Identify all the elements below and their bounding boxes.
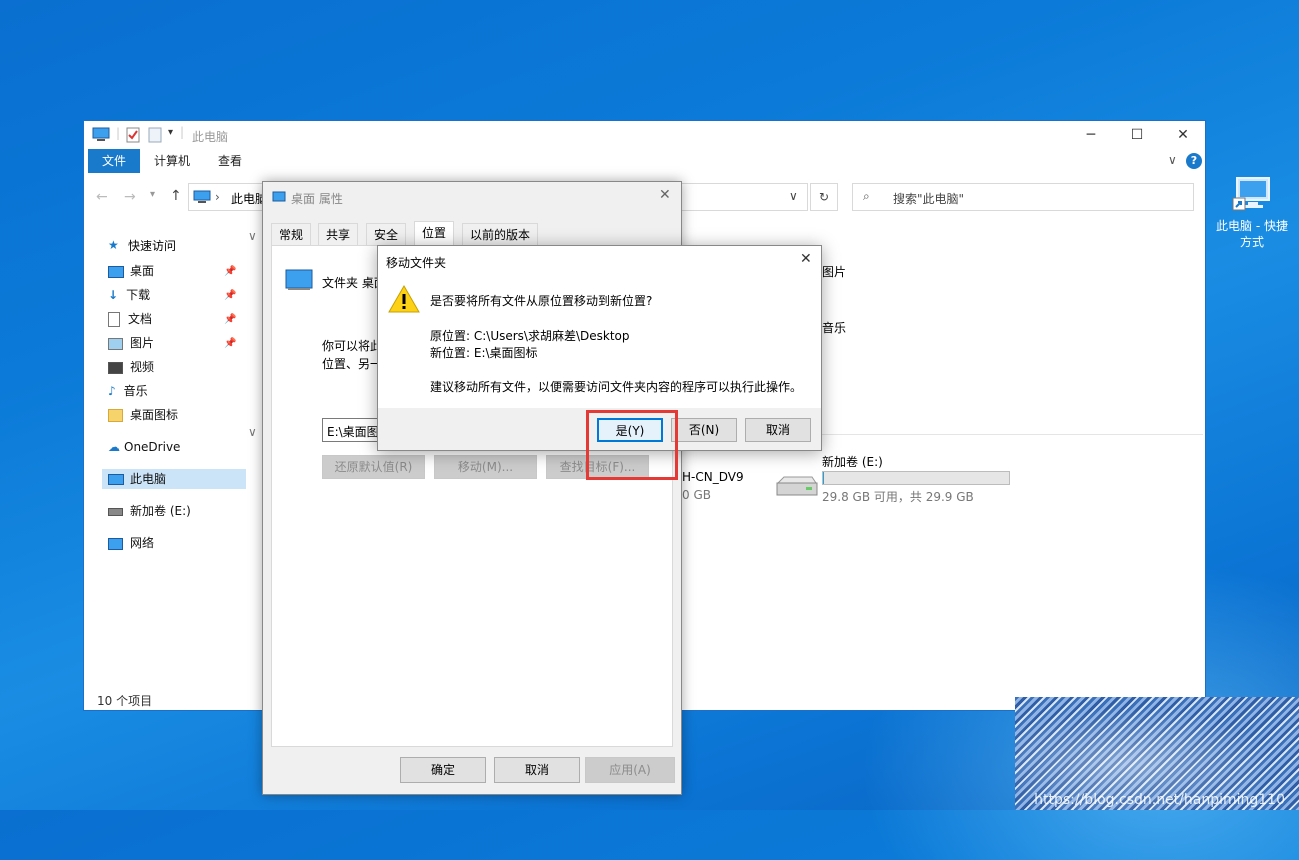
corner-image: https://blog.csdn.net/hanpiming110 [1015,697,1299,810]
document-icon [108,312,120,327]
tab-previous-versions[interactable]: 以前的版本 [462,223,539,246]
quick-access-toolbar-dropdown[interactable]: ▾ [168,127,173,138]
location-desc-line2: 位置、另一 [322,357,383,371]
maximize-button[interactable]: ☐ [1114,121,1160,149]
properties-title: 桌面 属性 [291,192,343,206]
drive-dvd-name[interactable]: H-CN_DV9 [682,470,744,484]
minimize-button[interactable]: ─ [1068,121,1114,149]
move-button[interactable]: 移动(M)... [434,455,537,479]
desktop-icon [108,265,124,278]
msgbox-title: 移动文件夹 [386,256,447,270]
tab-security[interactable]: 安全 [366,223,407,246]
computer-icon [108,474,124,485]
msgbox-new-location: 新位置: E:\桌面图标 [430,346,538,360]
expand-ribbon-icon[interactable]: ∨ [1168,153,1177,167]
close-button[interactable]: ✕ [1160,121,1206,149]
desktop-icon [272,191,286,206]
ok-button[interactable]: 确定 [400,757,486,783]
title-bar: | ▾ | 此电脑 ─ ☐ ✕ [84,121,1205,149]
refresh-button[interactable]: ↻ [810,183,838,211]
pin-icon[interactable]: 📌 [224,314,236,325]
warning-icon [388,284,420,317]
status-text: 10 个项目 [97,694,153,708]
cancel-button[interactable]: 取消 [494,757,580,783]
shortcut-label-2: 方式 [1239,235,1264,249]
tab-view[interactable]: 查看 [204,149,256,173]
breadcrumb-separator-icon: › [215,190,220,204]
tab-location[interactable]: 位置 [414,221,455,247]
navigation-pane: ★ 快速访问 桌面 📌 ↓ 下载 📌 文档 📌 图片 📌 视频 ♪ 音乐 桌面图标 … [84,233,249,693]
computer-icon [193,190,211,207]
back-icon[interactable]: ← [96,189,108,205]
folder-music-label[interactable]: 音乐 [822,319,846,336]
tab-file[interactable]: 文件 [88,149,141,173]
drive-e-name[interactable]: 新加卷 (E:) [822,453,883,470]
msgbox-advice: 建议移动所有文件，以便需要访问文件夹内容的程序可以执行此操作。 [430,380,803,394]
window-title: 此电脑 [192,130,229,144]
star-icon: ★ [108,238,119,252]
no-button[interactable]: 否(N) [671,418,737,442]
properties-close-button[interactable]: ✕ [659,187,671,203]
shortcut-label-1: 此电脑 - 快捷 [1216,219,1288,233]
nav-item-desktop[interactable]: 桌面 [108,261,154,281]
nav-item-desktop-icons[interactable]: 桌面图标 [108,405,178,425]
location-desc-line1: 你可以将此 [322,339,383,353]
pin-icon[interactable]: 📌 [224,290,236,301]
watermark-text: https://blog.csdn.net/hanpiming110 [1034,792,1285,808]
download-icon: ↓ [108,288,119,302]
nav-item-new-volume[interactable]: 新加卷 (E:) [108,501,191,521]
recent-dropdown-icon[interactable]: ▾ [150,189,155,200]
drive-e-usage-bar [822,471,1010,485]
search-icon: ⌕ [863,189,870,203]
help-icon[interactable]: ? [1186,153,1202,169]
new-folder-icon[interactable] [148,127,162,146]
msgbox-orig-location: 原位置: C:\Users\求胡麻差\Desktop [430,329,630,343]
drive-e-usage-fill [823,472,824,484]
msgbox-question: 是否要将所有文件从原位置移动到新位置? [430,294,653,308]
nav-item-videos[interactable]: 视频 [108,357,154,377]
nav-item-pictures[interactable]: 图片 [108,333,154,353]
address-dropdown-icon[interactable]: ∨ [789,189,798,203]
folder-icon [108,409,123,422]
folder-desktop-icon [284,268,314,295]
video-icon [108,361,123,374]
restore-default-button[interactable]: 还原默认值(R) [322,455,425,479]
tab-general[interactable]: 常规 [271,223,312,246]
network-icon [108,537,123,550]
drive-dvd-size: 0 GB [682,488,711,502]
computer-icon [1231,172,1273,214]
this-pc-shortcut[interactable]: 此电脑 - 快捷 方式 [1212,172,1292,250]
forward-icon[interactable]: → [124,189,136,205]
search-placeholder: 搜索"此电脑" [893,192,965,206]
nav-item-this-pc[interactable]: 此电脑 [102,469,246,489]
folder-pictures-label[interactable]: 图片 [822,263,846,280]
tab-computer[interactable]: 计算机 [140,149,204,173]
collapse-folders-icon[interactable]: ∨ [248,229,257,243]
nav-item-network[interactable]: 网络 [108,533,154,553]
music-icon: ♪ [108,384,116,398]
picture-icon [108,337,123,350]
nav-item-onedrive[interactable]: ☁ OneDrive [108,437,180,457]
drive-e-icon[interactable] [774,473,818,504]
computer-icon [92,127,110,146]
msgbox-cancel-button[interactable]: 取消 [745,418,811,442]
collapse-devices-icon[interactable]: ∨ [248,425,257,439]
properties-icon[interactable] [126,127,140,146]
tab-sharing[interactable]: 共享 [318,223,359,246]
nav-quick-access[interactable]: 快速访问 [128,237,176,254]
cloud-icon: ☁ [108,440,120,454]
pin-icon[interactable]: 📌 [224,266,236,277]
drive-e-space: 29.8 GB 可用，共 29.9 GB [822,490,974,504]
drive-icon [108,507,123,516]
up-icon[interactable]: ↑ [170,188,182,204]
search-input[interactable]: ⌕ 搜索"此电脑" [852,183,1194,211]
nav-item-downloads[interactable]: ↓ 下载 [108,285,150,305]
nav-item-documents[interactable]: 文档 [108,309,152,329]
apply-button[interactable]: 应用(A) [585,757,675,783]
pin-icon[interactable]: 📌 [224,338,236,349]
ribbon-tabs: 文件 计算机 查看 ∨ ? [84,149,1205,175]
msgbox-close-button[interactable]: ✕ [800,251,812,267]
highlight-annotation [586,410,678,480]
nav-item-music[interactable]: ♪ 音乐 [108,381,148,401]
